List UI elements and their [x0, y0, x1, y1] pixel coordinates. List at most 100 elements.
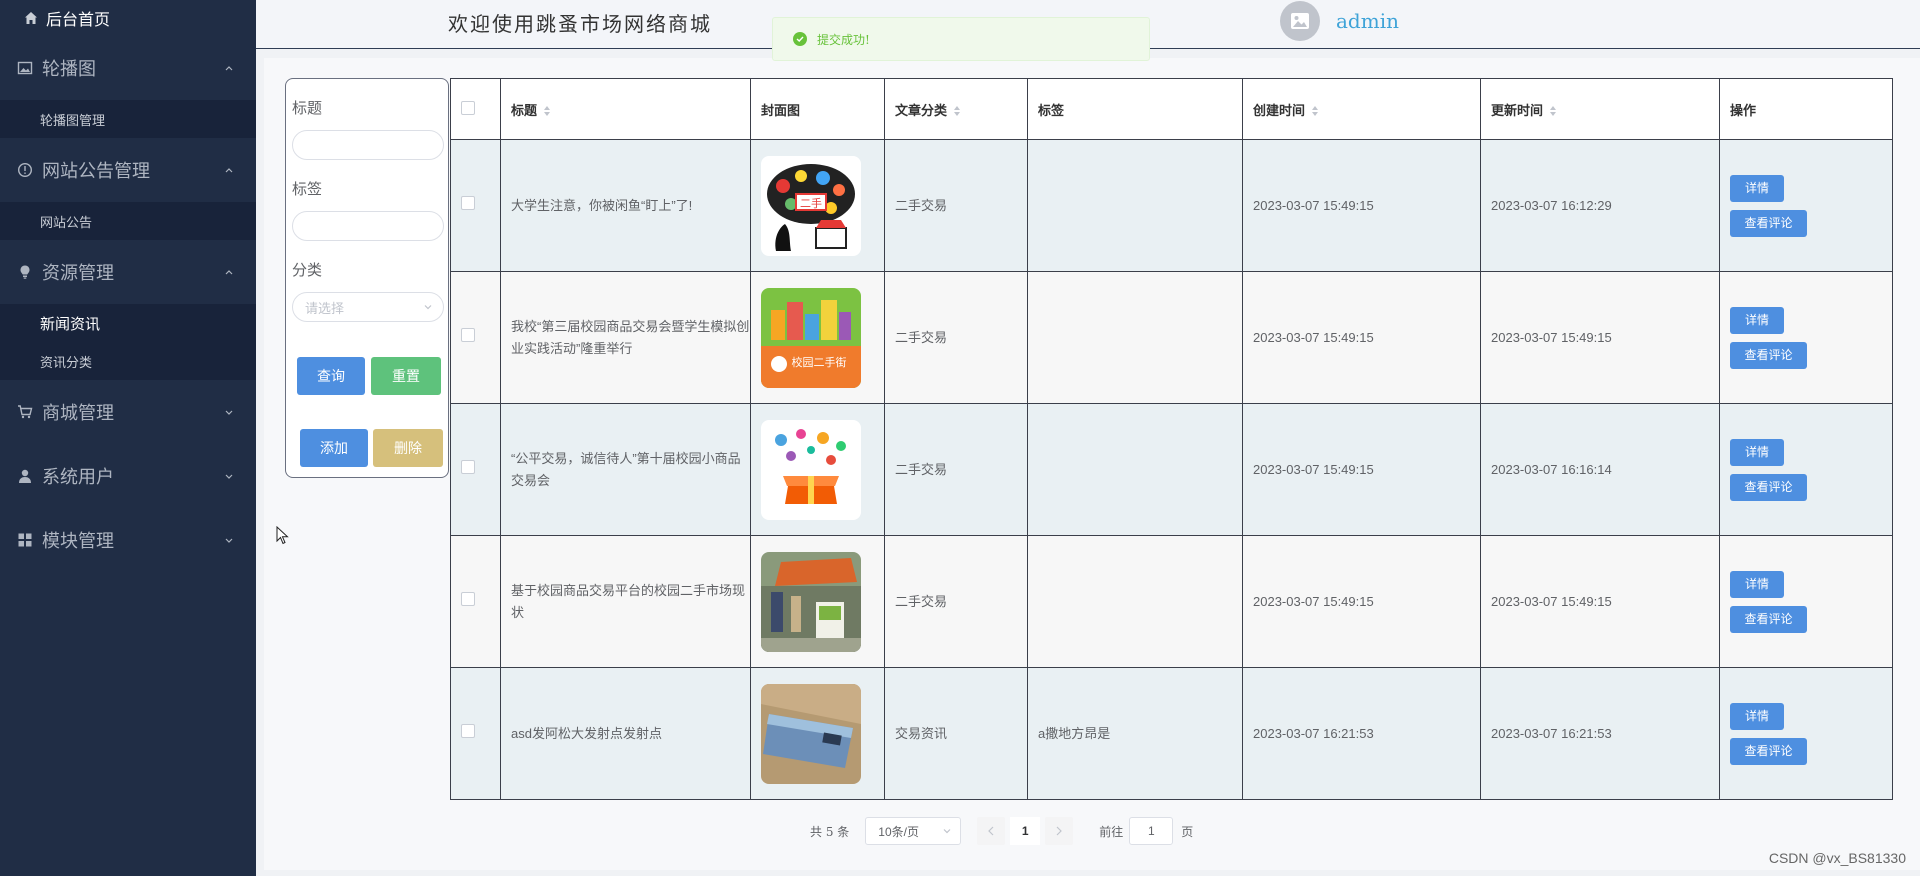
- column-header-cover: 封面图: [750, 78, 885, 140]
- cover-caption: 校园二手街: [792, 355, 847, 369]
- sidebar-group-users[interactable]: 系统用户: [0, 444, 256, 508]
- view-comments-button[interactable]: 查看评论: [1730, 737, 1807, 765]
- page-size-select[interactable]: 10条/页: [865, 817, 962, 845]
- page-size-value: 10条/页: [878, 824, 919, 839]
- tag-filter-input[interactable]: [292, 211, 444, 241]
- avatar[interactable]: [1280, 1, 1320, 41]
- chevron-down-icon: [225, 410, 233, 415]
- category-select[interactable]: 请选择: [292, 292, 444, 322]
- table-header-row: 标题 封面图 文章分类 标签 创建时间 更新时间 操作: [450, 78, 1893, 140]
- grid-icon: [16, 531, 34, 549]
- detail-button[interactable]: 详情: [1730, 174, 1784, 202]
- search-panel: 标题 标签 分类 请选择 查询 重置 添加 删除: [285, 78, 449, 478]
- table-row: “公平交易，诚信待人”第十届校园小商品交易会 二手交易 2023-03-07 1…: [450, 403, 1893, 536]
- secondhand-marketplace-cover-icon[interactable]: 二手: [761, 155, 861, 256]
- sidebar-item-news-category[interactable]: 资讯分类: [0, 342, 256, 380]
- sort-icon[interactable]: [543, 105, 551, 117]
- username[interactable]: admin: [1336, 9, 1399, 33]
- sidebar-home[interactable]: 后台首页: [0, 0, 256, 36]
- gift-box-cover-icon[interactable]: [761, 419, 861, 520]
- sort-icon[interactable]: [953, 105, 961, 117]
- sidebar-item-announcement[interactable]: 网站公告: [0, 202, 256, 240]
- chevron-left-icon: [988, 826, 994, 836]
- row-checkbox[interactable]: [461, 459, 475, 474]
- sidebar-item-news[interactable]: 新闻资讯: [0, 304, 256, 342]
- sidebar-home-label: 后台首页: [46, 12, 111, 29]
- column-header-category[interactable]: 文章分类: [884, 78, 1028, 140]
- sidebar-group-shop[interactable]: 商城管理: [0, 380, 256, 444]
- column-header-updated[interactable]: 更新时间: [1480, 78, 1720, 140]
- sidebar-group-modules[interactable]: 模块管理: [0, 508, 256, 572]
- tag-cell: [1027, 535, 1243, 668]
- next-page-button[interactable]: [1045, 817, 1074, 845]
- view-comments-button[interactable]: 查看评论: [1730, 209, 1807, 237]
- updated-cell: 2023-03-07 16:16:14: [1480, 403, 1720, 536]
- row-select-cell: [450, 271, 501, 404]
- sidebar-group-label: 网站公告管理: [42, 161, 150, 181]
- chevron-up-icon: [225, 168, 233, 173]
- actions-cell: 详情 查看评论: [1719, 139, 1893, 272]
- row-checkbox[interactable]: [461, 327, 475, 342]
- table-row: 大学生注意，你被闲鱼“盯上”了! 二手 二手交易 2023-03-07 15:4…: [450, 139, 1893, 272]
- title-cell: 基于校园商品交易平台的校园二手市场现状: [500, 535, 751, 668]
- row-checkbox[interactable]: [461, 591, 475, 606]
- user-icon: [16, 467, 34, 485]
- delete-button[interactable]: 删除: [373, 429, 443, 467]
- news-table: 标题 封面图 文章分类 标签 创建时间 更新时间 操作 大学生注意，你被闲鱼“盯…: [450, 78, 1893, 800]
- reset-button[interactable]: 重置: [371, 357, 441, 395]
- row-checkbox[interactable]: [461, 723, 475, 738]
- select-all-cell: [450, 78, 501, 140]
- chevron-up-icon: [225, 66, 233, 71]
- chevron-down-icon: [424, 305, 432, 310]
- column-header-label: 操作: [1730, 102, 1757, 118]
- sidebar-item-carousel-manage[interactable]: 轮播图管理: [0, 100, 256, 138]
- campus-secondhand-cover-icon[interactable]: 校园二手街: [761, 287, 861, 388]
- sidebar-item-label: 轮播图管理: [40, 112, 106, 128]
- actions-cell: 详情 查看评论: [1719, 271, 1893, 404]
- row-checkbox[interactable]: [461, 195, 475, 210]
- sidebar: 后台首页 轮播图 轮播图管理 网站公告管理 网站公告 资源管理 新闻资讯 资讯分…: [0, 0, 256, 876]
- sort-icon[interactable]: [1549, 105, 1557, 117]
- sidebar-item-label: 新闻资讯: [40, 315, 101, 333]
- sidebar-group-announcements[interactable]: 网站公告管理: [0, 138, 256, 202]
- query-button[interactable]: 查询: [297, 357, 365, 395]
- chevron-right-icon: [1056, 826, 1063, 836]
- outdoor-market-cover-icon[interactable]: [761, 551, 861, 652]
- check-circle-icon: [793, 32, 807, 46]
- view-comments-button[interactable]: 查看评论: [1730, 473, 1807, 501]
- sidebar-group-carousel[interactable]: 轮播图: [0, 36, 256, 100]
- sort-icon[interactable]: [1311, 105, 1319, 117]
- sidebar-group-resources[interactable]: 资源管理: [0, 240, 256, 304]
- column-header-label: 更新时间: [1491, 102, 1544, 118]
- title-cell: 大学生注意，你被闲鱼“盯上”了!: [500, 139, 751, 272]
- column-header-label: 标题: [511, 102, 538, 118]
- column-header-label: 文章分类: [895, 102, 948, 118]
- pagination: 共 5 条 10条/页 1 前往 1 页: [810, 817, 1193, 845]
- detail-button[interactable]: 详情: [1730, 570, 1784, 598]
- table-row: 基于校园商品交易平台的校园二手市场现状 二手交易 2023-03-07 15:4…: [450, 535, 1893, 668]
- view-comments-button[interactable]: 查看评论: [1730, 605, 1807, 633]
- title-filter-input[interactable]: [292, 130, 444, 160]
- add-button[interactable]: 添加: [300, 429, 368, 467]
- created-cell: 2023-03-07 15:49:15: [1242, 271, 1481, 404]
- phone-photo-cover-icon[interactable]: [761, 683, 861, 784]
- detail-button[interactable]: 详情: [1730, 438, 1784, 466]
- detail-button[interactable]: 详情: [1730, 306, 1784, 334]
- tag-cell: [1027, 271, 1243, 404]
- row-select-cell: [450, 403, 501, 536]
- updated-cell: 2023-03-07 15:49:15: [1480, 271, 1720, 404]
- column-header-created[interactable]: 创建时间: [1242, 78, 1481, 140]
- view-comments-button[interactable]: 查看评论: [1730, 341, 1807, 369]
- prev-page-button[interactable]: [977, 817, 1006, 845]
- column-header-title[interactable]: 标题: [500, 78, 751, 140]
- table-row: asd发阿松大发射点发射点 交易资讯 a撒地方昂是 2023-03-07 16:…: [450, 667, 1893, 800]
- select-all-checkbox[interactable]: [461, 100, 475, 115]
- actions-cell: 详情 查看评论: [1719, 667, 1893, 800]
- page-number[interactable]: 1: [1010, 817, 1041, 845]
- updated-cell: 2023-03-07 16:12:29: [1480, 139, 1720, 272]
- detail-button[interactable]: 详情: [1730, 702, 1784, 730]
- goto-label: 前往: [1099, 824, 1124, 839]
- goto-page-input[interactable]: 1: [1129, 817, 1174, 845]
- tag-filter-label: 标签: [292, 181, 323, 198]
- category-cell: 二手交易: [884, 535, 1028, 668]
